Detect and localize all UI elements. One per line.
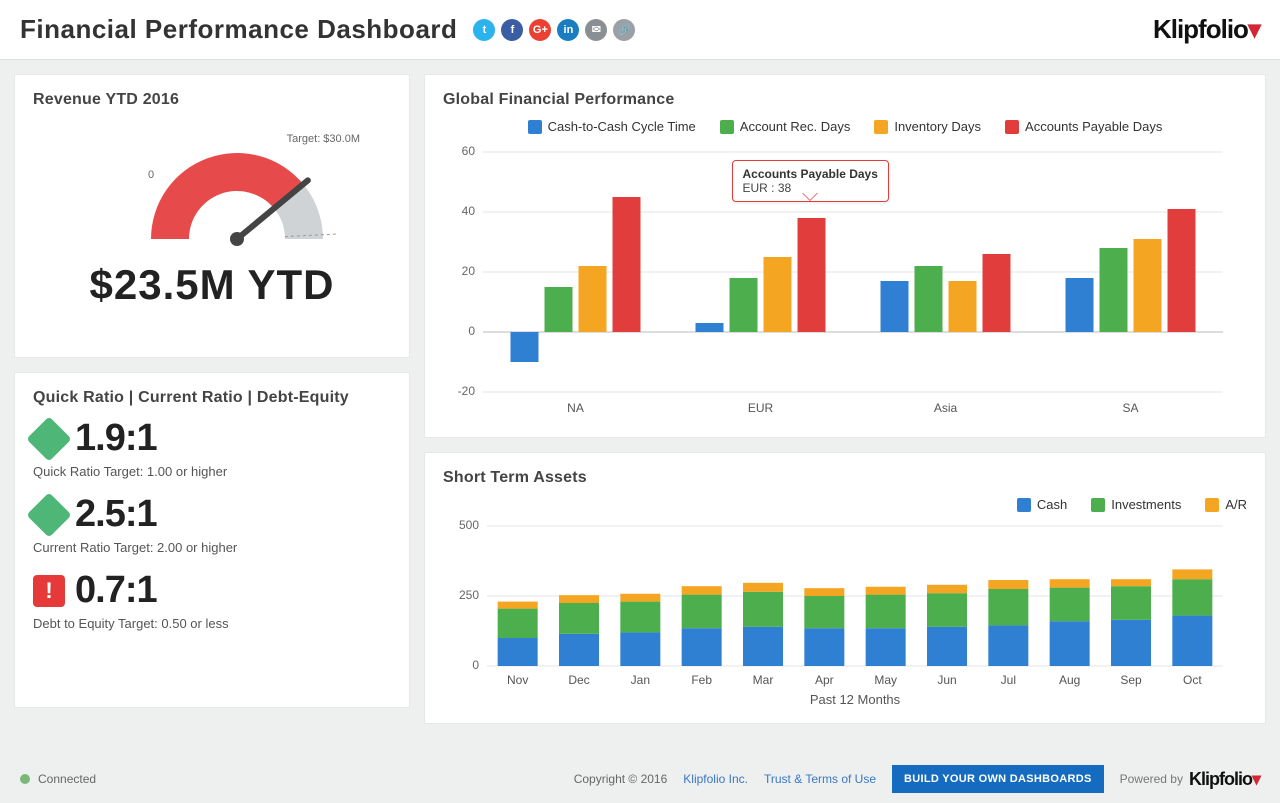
quick-ratio-sub: Quick Ratio Target: 1.00 or higher [33,464,391,479]
legend-label: Cash-to-Cash Cycle Time [548,119,696,134]
sta-chart[interactable]: 0 250 500 Nov Dec Jan Feb Mar Apr May Jun Jul Aug Sep… [443,520,1247,715]
quick-ratio-row: 1.9:1 [33,417,391,460]
googleplus-icon[interactable]: G+ [529,19,551,41]
de-ratio-value: 0.7:1 [75,569,157,612]
legend-label: Investments [1111,497,1181,512]
current-ratio-value: 2.5:1 [75,493,157,536]
gfp-title: Global Financial Performance [443,91,1247,109]
svg-text:500: 500 [459,520,479,532]
alert-icon: ! [33,575,65,607]
gfp-legend: Cash-to-Cash Cycle Time Account Rec. Day… [443,119,1247,134]
gfp-card: Global Financial Performance Cash-to-Cas… [424,74,1266,438]
de-ratio-row: ! 0.7:1 [33,569,391,612]
current-ratio-row: 2.5:1 [33,493,391,536]
tooltip: Accounts Payable Days EUR : 38 [732,160,889,202]
gfp-chart[interactable]: -20 0 20 40 60 NA EUR Asia SA Accounts Payable D… [443,142,1247,427]
svg-text:250: 250 [459,588,479,602]
quick-ratio-value: 1.9:1 [75,417,157,460]
svg-text:Jun: Jun [937,673,956,687]
twitter-icon[interactable]: t [473,19,495,41]
sta-legend: Cash Investments A/R [443,497,1247,512]
svg-text:60: 60 [462,144,476,158]
legend-swatch [720,120,734,134]
svg-text:0: 0 [468,324,475,338]
topbar: Financial Performance Dashboard t f G+ i… [0,0,1280,60]
footer: Connected Copyright © 2016 Klipfolio Inc… [0,755,1280,803]
gauge-zero-label: 0 [148,169,154,181]
svg-text:Aug: Aug [1059,673,1080,687]
svg-text:May: May [874,673,897,687]
share-icons: t f G+ in ✉ 🔗 [473,19,635,41]
de-ratio-sub: Debt to Equity Target: 0.50 or less [33,616,391,631]
revenue-title: Revenue YTD 2016 [33,91,391,109]
svg-text:SA: SA [1122,401,1138,415]
page-title: Financial Performance Dashboard [20,14,457,45]
legend-swatch [1205,498,1219,512]
svg-text:Jul: Jul [1001,673,1016,687]
sta-title: Short Term Assets [443,469,1247,487]
legend-label: Account Rec. Days [740,119,851,134]
svg-text:0: 0 [472,658,479,672]
svg-text:Nov: Nov [507,673,528,687]
legend-swatch [1005,120,1019,134]
legend-swatch [874,120,888,134]
legend-label: Inventory Days [894,119,981,134]
svg-text:-20: -20 [458,384,476,398]
sta-card: Short Term Assets Cash Investments A/R 0… [424,452,1266,724]
cta-button[interactable]: BUILD YOUR OWN DASHBOARDS [892,765,1104,793]
ratios-card: Quick Ratio | Current Ratio | Debt-Equit… [14,372,410,708]
diamond-ok-icon [26,492,71,537]
ratios-title: Quick Ratio | Current Ratio | Debt-Equit… [33,389,391,407]
link-icon[interactable]: 🔗 [613,19,635,41]
svg-text:Dec: Dec [568,673,589,687]
legend-swatch [1017,498,1031,512]
svg-text:Oct: Oct [1183,673,1202,687]
tooltip-body: EUR : 38 [743,181,792,195]
linkedin-icon[interactable]: in [557,19,579,41]
gauge-target-label: Target: $30.0M [287,133,360,145]
footer-link-terms[interactable]: Trust & Terms of Use [764,772,876,786]
svg-text:20: 20 [462,264,476,278]
svg-text:Past 12 Months: Past 12 Months [810,692,901,707]
svg-text:Apr: Apr [815,673,834,687]
legend-label: Accounts Payable Days [1025,119,1162,134]
status-text: Connected [38,772,96,786]
dashboard-grid: Revenue YTD 2016 0 Target: $30.0M $23.5M… [0,60,1280,738]
email-icon[interactable]: ✉ [585,19,607,41]
legend-label: A/R [1225,497,1247,512]
footer-link-company[interactable]: Klipfolio Inc. [683,772,748,786]
brand-logo: Klipfolio▾ [1153,14,1260,45]
svg-text:Mar: Mar [753,673,774,687]
status-dot-icon [20,774,30,784]
current-ratio-sub: Current Ratio Target: 2.00 or higher [33,540,391,555]
copyright-text: Copyright © 2016 [574,772,668,786]
facebook-icon[interactable]: f [501,19,523,41]
legend-swatch [528,120,542,134]
svg-text:Jan: Jan [631,673,650,687]
gauge: 0 Target: $30.0M [52,119,372,259]
svg-text:40: 40 [462,204,476,218]
brand-logo-small: Klipfolio▾ [1189,769,1260,790]
svg-text:EUR: EUR [748,401,774,415]
revenue-card: Revenue YTD 2016 0 Target: $30.0M $23.5M… [14,74,410,358]
legend-label: Cash [1037,497,1067,512]
gauge-value: $23.5M YTD [33,261,391,309]
diamond-ok-icon [26,416,71,461]
svg-text:Asia: Asia [934,401,958,415]
svg-text:Sep: Sep [1120,673,1142,687]
svg-text:Feb: Feb [691,673,712,687]
svg-text:NA: NA [567,401,584,415]
tooltip-title: Accounts Payable Days [743,167,878,181]
powered-by: Powered by Klipfolio▾ [1120,769,1260,790]
legend-swatch [1091,498,1105,512]
